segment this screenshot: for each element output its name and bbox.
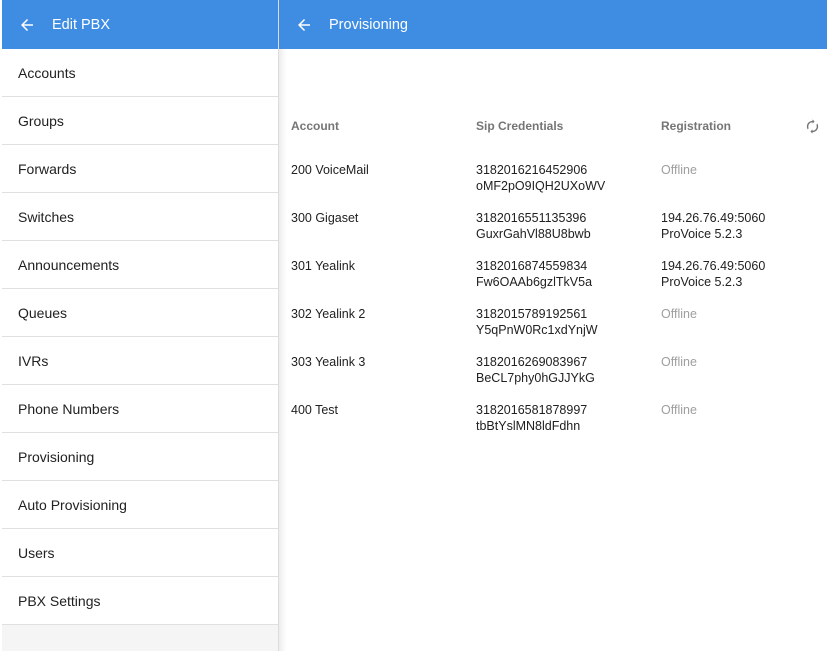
- sip-credentials-cell: 3182016551135396 GuxrGahVl88U8bwb: [476, 210, 591, 242]
- account-cell: 303 Yealink 3: [291, 355, 366, 369]
- page-title: Provisioning: [329, 16, 408, 33]
- account-cell: 200 VoiceMail: [291, 163, 369, 177]
- sidebar-title: Edit PBX: [52, 16, 111, 33]
- table-row[interactable]: 400 Test 3182016581878997 tbBtYslMN8ldFd…: [279, 402, 827, 450]
- registration-cell: 194.26.76.49:5060 ProVoice 5.2.3: [661, 210, 765, 242]
- main-panel: Provisioning Account Sip Credentials Reg…: [279, 0, 827, 651]
- sip-credentials-cell: 3182016216452906 oMF2pO9IQH2UXoWV: [476, 162, 605, 194]
- sidebar-item-pbx-settings[interactable]: PBX Settings: [2, 577, 278, 625]
- app: Edit PBX Accounts Groups Forwards Switch…: [0, 0, 827, 651]
- registration-user-agent: ProVoice 5.2.3: [661, 227, 743, 241]
- registration-cell: Offline: [661, 354, 697, 370]
- sip-username: 3182015789192561: [476, 307, 588, 321]
- column-header-account: Account: [291, 119, 339, 133]
- column-header-registration: Registration: [661, 119, 732, 133]
- sidebar-item-label: Queues: [18, 304, 68, 321]
- registration-cell: Offline: [661, 402, 697, 418]
- sip-credentials-cell: 3182016269083967 BeCL7phy0hGJJYkG: [476, 354, 595, 386]
- sip-password: tbBtYslMN8ldFdhn: [476, 419, 581, 433]
- registration-address: 194.26.76.49:5060: [661, 211, 766, 225]
- registration-cell: Offline: [661, 306, 697, 322]
- sip-username: 3182016581878997: [476, 403, 588, 417]
- sidebar-item-label: Switches: [18, 208, 75, 225]
- sidebar-item-switches[interactable]: Switches: [2, 193, 278, 241]
- table-row[interactable]: 200 VoiceMail 3182016216452906 oMF2pO9IQ…: [279, 162, 827, 210]
- refresh-button[interactable]: [804, 118, 821, 135]
- sidebar-item-label: Provisioning: [18, 448, 95, 465]
- sip-credentials-cell: 3182016874559834 Fw6OAAb6gzlTkV5a: [476, 258, 592, 290]
- sidebar-item-queues[interactable]: Queues: [2, 289, 278, 337]
- sip-password: Fw6OAAb6gzlTkV5a: [476, 275, 593, 289]
- sip-credentials-cell: 3182016581878997 tbBtYslMN8ldFdhn: [476, 402, 587, 434]
- sidebar-item-label: Announcements: [18, 256, 120, 273]
- sip-password: BeCL7phy0hGJJYkG: [476, 371, 595, 385]
- sidebar-item-label: Auto Provisioning: [18, 496, 127, 513]
- sidebar-item-ivrs[interactable]: IVRs: [2, 337, 278, 385]
- table-row[interactable]: 302 Yealink 2 3182015789192561 Y5qPnW0Rc…: [279, 306, 827, 354]
- registration-cell: 194.26.76.49:5060 ProVoice 5.2.3: [661, 258, 765, 290]
- sidebar-nav: Accounts Groups Forwards Switches Announ…: [2, 49, 278, 625]
- refresh-icon: [806, 119, 819, 134]
- table-row[interactable]: 303 Yealink 3 3182016269083967 BeCL7phy0…: [279, 354, 827, 402]
- sip-username: 3182016269083967: [476, 355, 588, 369]
- sidebar-item-provisioning[interactable]: Provisioning: [2, 433, 278, 481]
- sidebar: Edit PBX Accounts Groups Forwards Switch…: [2, 0, 279, 651]
- main-back-button[interactable]: [293, 14, 315, 36]
- account-cell: 400 Test: [291, 403, 339, 417]
- sidebar-item-groups[interactable]: Groups: [2, 97, 278, 145]
- table-row[interactable]: 301 Yealink 3182016874559834 Fw6OAAb6gzl…: [279, 258, 827, 306]
- sip-username: 3182016216452906: [476, 163, 588, 177]
- sidebar-item-label: Phone Numbers: [18, 400, 120, 417]
- sidebar-item-users[interactable]: Users: [2, 529, 278, 577]
- sidebar-item-forwards[interactable]: Forwards: [2, 145, 278, 193]
- sip-username: 3182016874559834: [476, 259, 588, 273]
- main-header: Provisioning: [279, 0, 827, 49]
- arrow-left-icon: [298, 18, 310, 31]
- sidebar-item-label: Users: [18, 544, 55, 561]
- sip-password: GuxrGahVl88U8bwb: [476, 227, 591, 241]
- sidebar-item-auto-provisioning[interactable]: Auto Provisioning: [2, 481, 278, 529]
- sip-password: Y5qPnW0Rc1xdYnjW: [476, 323, 598, 337]
- sidebar-item-announcements[interactable]: Announcements: [2, 241, 278, 289]
- registration-status: Offline: [661, 403, 697, 417]
- account-cell: 300 Gigaset: [291, 211, 359, 225]
- sidebar-item-label: Groups: [18, 112, 64, 129]
- table-row[interactable]: 300 Gigaset 3182016551135396 GuxrGahVl88…: [279, 210, 827, 258]
- sidebar-header: Edit PBX: [2, 0, 278, 49]
- registration-status: Offline: [661, 163, 697, 177]
- registration-user-agent: ProVoice 5.2.3: [661, 275, 743, 289]
- sip-password: oMF2pO9IQH2UXoWV: [476, 179, 606, 193]
- sidebar-back-button[interactable]: [16, 14, 38, 36]
- account-cell: 302 Yealink 2: [291, 307, 366, 321]
- sidebar-item-label: Forwards: [18, 160, 77, 177]
- sidebar-item-accounts[interactable]: Accounts: [2, 49, 278, 97]
- sidebar-item-phone-numbers[interactable]: Phone Numbers: [2, 385, 278, 433]
- sidebar-item-label: IVRs: [18, 352, 49, 369]
- account-cell: 301 Yealink: [291, 259, 355, 273]
- registration-status: Offline: [661, 307, 697, 321]
- sidebar-item-label: PBX Settings: [18, 592, 101, 609]
- sip-username: 3182016551135396: [476, 211, 587, 225]
- registration-status: Offline: [661, 355, 697, 369]
- sip-credentials-cell: 3182015789192561 Y5qPnW0Rc1xdYnjW: [476, 306, 598, 338]
- column-header-sip-credentials: Sip Credentials: [476, 119, 564, 133]
- sidebar-item-label: Accounts: [18, 64, 76, 81]
- arrow-left-icon: [21, 18, 33, 31]
- registration-cell: Offline: [661, 162, 697, 178]
- registration-address: 194.26.76.49:5060: [661, 259, 766, 273]
